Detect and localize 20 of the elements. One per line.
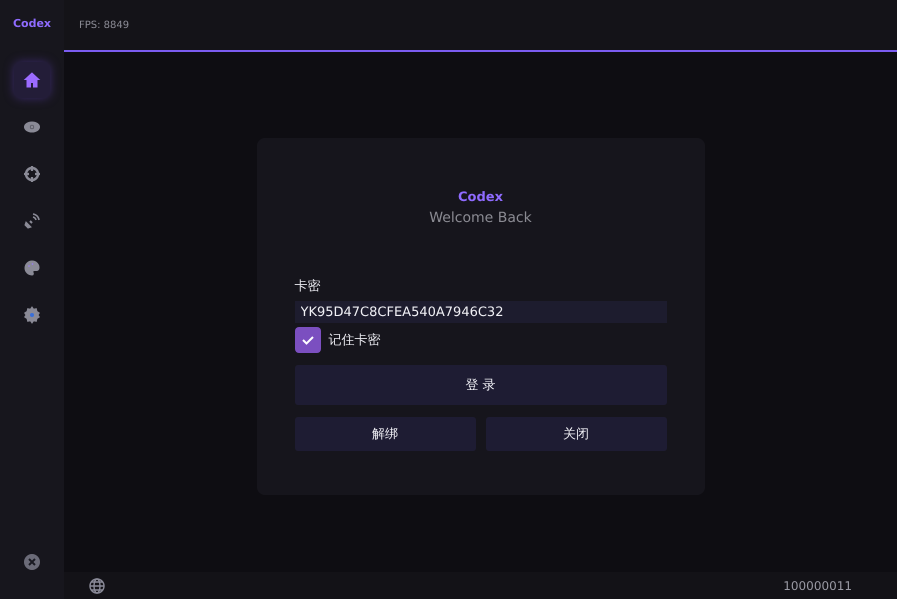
- fps-counter: FPS: 8849: [79, 20, 130, 30]
- palette-icon: [23, 259, 41, 277]
- input-field[interactable]: YK95D47C8CFEA540A7946C32: [294, 301, 666, 323]
- home-icon: [23, 71, 41, 89]
- checkbox-label: 记住卡密: [328, 332, 380, 349]
- close-icon[interactable]: [23, 553, 41, 571]
- satellite-icon: [23, 212, 41, 230]
- field-label: 卡密: [294, 278, 322, 295]
- login-button[interactable]: 登 录: [294, 365, 666, 405]
- checkbox[interactable]: [294, 327, 320, 353]
- globe-icon[interactable]: [88, 576, 106, 594]
- crosshair-icon: [23, 165, 41, 183]
- app-logo: Codex: [12, 16, 52, 32]
- login-title: Codex: [458, 190, 503, 205]
- user-id: 100000011: [783, 578, 852, 592]
- nav-button[interactable]: [14, 62, 50, 98]
- login-subtitle: Welcome Back: [429, 210, 532, 226]
- close-button[interactable]: 关闭: [486, 417, 666, 451]
- unbind-button[interactable]: 解绑: [294, 417, 476, 451]
- gear-icon: [23, 306, 41, 324]
